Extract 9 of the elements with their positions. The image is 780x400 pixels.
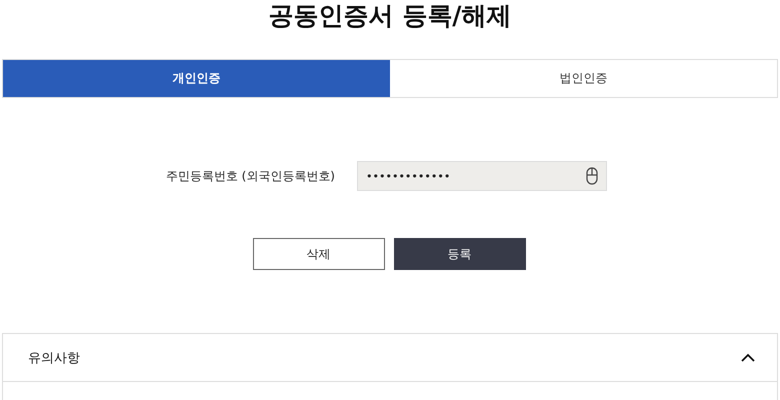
register-button[interactable]: 등록 xyxy=(394,238,526,270)
input-field[interactable]: ••••••••••••• xyxy=(357,161,607,192)
field-label: 주민등록번호 (외국인등록번호) xyxy=(164,168,335,185)
tab[interactable]: 개인인증 xyxy=(3,60,390,98)
page-title: 공동인증서 등록/해제 xyxy=(268,0,512,32)
accordion-title: 유의사항 xyxy=(28,350,80,367)
chevron-up-icon[interactable] xyxy=(741,353,755,362)
delete-button[interactable]: 삭제 xyxy=(252,238,384,270)
mouse-icon[interactable] xyxy=(586,167,598,186)
